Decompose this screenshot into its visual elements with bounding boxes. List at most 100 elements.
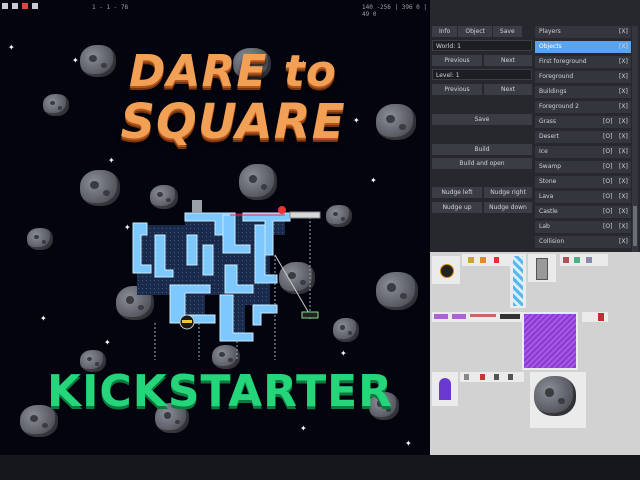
small-icon	[480, 374, 485, 380]
asteroid	[333, 318, 359, 342]
block-icon	[586, 257, 592, 263]
robot-icon[interactable]	[192, 200, 202, 213]
strip-icon	[500, 314, 520, 319]
layer-toggle[interactable]: [O]	[603, 206, 612, 218]
layer-lava[interactable]: Lava [O] [X]	[535, 191, 631, 204]
purple-tile-icon	[524, 314, 576, 368]
layer-delete[interactable]: [X]	[619, 86, 628, 98]
asteroid	[80, 45, 116, 77]
world-field[interactable]: World: 1	[432, 40, 532, 51]
layer-delete[interactable]: [X]	[619, 161, 628, 173]
layer-stone[interactable]: Stone [O] [X]	[535, 176, 631, 189]
layer-collision[interactable]: Collision [X]	[535, 236, 631, 249]
layer-delete[interactable]: [X]	[619, 206, 628, 218]
game-viewport[interactable]: 1 - 1 - 78 140 -256 | 396 0 | 49 0 ✦ ✦ ✦…	[0, 0, 430, 455]
palette-item[interactable]	[432, 312, 522, 322]
layer-delete[interactable]: [X]	[619, 236, 628, 248]
layer-delete[interactable]: [X]	[619, 56, 628, 68]
layer-objects[interactable]: Objects [X]	[535, 41, 631, 54]
palette-item[interactable]	[528, 254, 556, 282]
tab-info[interactable]: Info	[432, 26, 458, 37]
layer-toggle[interactable]: [O]	[603, 176, 612, 188]
palette-item[interactable]	[530, 372, 586, 428]
nudge-right-button[interactable]: Nudge right	[484, 187, 532, 198]
window-icon[interactable]	[2, 3, 8, 9]
small-icon	[464, 374, 469, 380]
layer-toggle[interactable]: [O]	[603, 191, 612, 203]
world-next-button[interactable]: Next	[484, 55, 532, 66]
layer-delete[interactable]: [X]	[619, 41, 628, 53]
door-icon	[536, 258, 548, 280]
camera-icon	[440, 264, 454, 278]
palette-item[interactable]	[510, 254, 526, 308]
layer-delete[interactable]: [X]	[619, 146, 628, 158]
layer-buildings[interactable]: Buildings [X]	[535, 86, 631, 99]
layer-foreground[interactable]: Foreground [X]	[535, 71, 631, 84]
layer-delete[interactable]: [X]	[619, 101, 628, 113]
layer-first-foreground[interactable]: First foreground [X]	[535, 56, 631, 69]
palette-item[interactable]	[560, 254, 608, 266]
nudge-down-button[interactable]: Nudge down	[484, 202, 532, 213]
layer-toggle[interactable]: [O]	[603, 146, 612, 158]
layer-list-scrollbar[interactable]	[632, 26, 638, 252]
build-button[interactable]: Build	[432, 144, 532, 155]
layer-players[interactable]: Players [X]	[535, 26, 631, 39]
layer-delete[interactable]: [X]	[619, 26, 628, 38]
layer-swamp[interactable]: Swamp [O] [X]	[535, 161, 631, 174]
tab-object[interactable]: Object	[458, 26, 492, 37]
nudge-up-button[interactable]: Nudge up	[432, 202, 482, 213]
palette-item[interactable]	[582, 312, 608, 322]
layer-delete[interactable]: [X]	[619, 131, 628, 143]
layer-toggle[interactable]: [O]	[603, 221, 612, 233]
star-icon: ✦	[8, 43, 15, 52]
layer-grass[interactable]: Grass [O] [X]	[535, 116, 631, 129]
palette-item[interactable]	[462, 254, 510, 266]
coords-readout: 140 -256 | 396 0 | 49 0	[362, 4, 428, 18]
layer-castle[interactable]: Castle [O] [X]	[535, 206, 631, 219]
palette-item[interactable]	[432, 256, 460, 284]
block-icon	[574, 257, 580, 263]
moving-platform	[301, 311, 319, 319]
level-map[interactable]	[125, 195, 325, 360]
build-and-open-button[interactable]: Build and open	[432, 158, 532, 169]
level-next-button[interactable]: Next	[484, 84, 532, 95]
star-icon: ✦	[300, 424, 307, 433]
world-previous-button[interactable]: Previous	[432, 55, 482, 66]
layer-delete[interactable]: [X]	[619, 221, 628, 233]
save-button[interactable]: Save	[432, 114, 532, 125]
strip-icon	[434, 314, 448, 319]
layers-icon[interactable]	[32, 3, 38, 9]
capsule-icon	[439, 378, 451, 400]
star-icon: ✦	[405, 439, 412, 448]
layer-delete[interactable]: [X]	[619, 116, 628, 128]
palette-item[interactable]	[522, 312, 578, 370]
layer-desert[interactable]: Desert [O] [X]	[535, 131, 631, 144]
asteroid	[43, 94, 69, 116]
tab-save[interactable]: Save	[492, 26, 522, 37]
layer-delete[interactable]: [X]	[619, 176, 628, 188]
layer-toggle[interactable]: [O]	[603, 131, 612, 143]
palette-item[interactable]	[460, 372, 524, 382]
level-field[interactable]: Level: 1	[432, 69, 532, 80]
nudge-left-button[interactable]: Nudge left	[432, 187, 482, 198]
toolbar-icons[interactable]	[2, 3, 38, 9]
grid-icon[interactable]	[12, 3, 18, 9]
layer-foreground-2[interactable]: Foreground 2 [X]	[535, 101, 631, 114]
rope	[274, 254, 311, 316]
record-icon[interactable]	[22, 3, 28, 9]
layer-delete[interactable]: [X]	[619, 71, 628, 83]
layer-toggle[interactable]: [O]	[603, 116, 612, 128]
spider-icon[interactable]	[278, 206, 286, 214]
level-readout: 1 - 1 - 78	[92, 4, 129, 11]
scrollbar-thumb[interactable]	[633, 206, 637, 246]
object-palette[interactable]	[430, 252, 640, 455]
level-previous-button[interactable]: Previous	[432, 84, 482, 95]
layer-toggle[interactable]: [O]	[603, 161, 612, 173]
coin-icon	[468, 257, 474, 263]
asteroid	[80, 170, 120, 206]
palette-item[interactable]	[432, 372, 458, 406]
layer-ice[interactable]: Ice [O] [X]	[535, 146, 631, 159]
block-icon	[563, 257, 569, 263]
layer-delete[interactable]: [X]	[619, 191, 628, 203]
layer-lab[interactable]: Lab [O] [X]	[535, 221, 631, 234]
